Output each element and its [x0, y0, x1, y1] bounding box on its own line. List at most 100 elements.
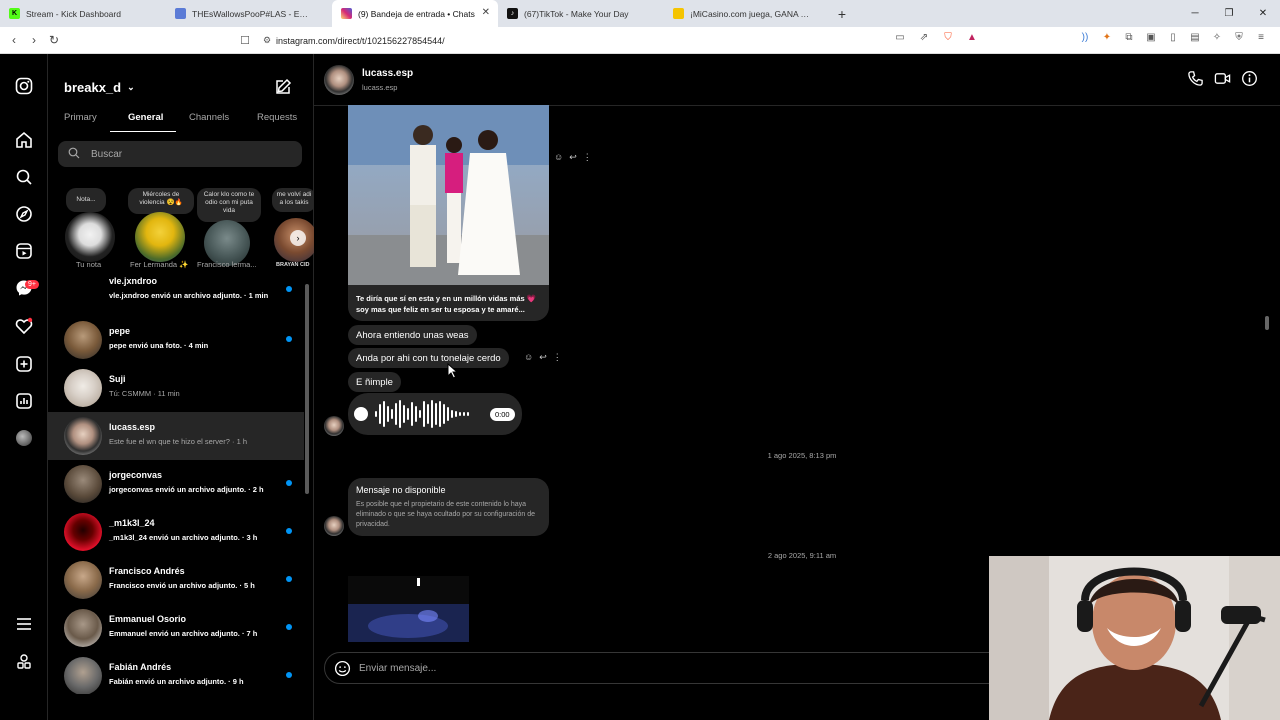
reload-icon[interactable]: ↻	[44, 33, 64, 47]
reply-icon[interactable]: ↩	[539, 352, 547, 363]
dashboard-icon[interactable]	[12, 389, 36, 413]
note-item[interactable]: Nota... Tu nota	[62, 186, 118, 272]
conversation-row[interactable]: Francisco Andrés Francisco envió un arch…	[48, 556, 304, 604]
back-icon[interactable]: ‹	[4, 33, 24, 47]
more-icon[interactable]: ⋮	[583, 152, 592, 163]
conversation-row-selected[interactable]: lucass.esp Este fue el wn que te hizo el…	[48, 412, 304, 460]
conversation-row[interactable]: _m1k3l_24 _m1k3l_24 envió un archivo adj…	[48, 508, 304, 556]
react-icon[interactable]: ☺	[524, 352, 533, 363]
cast-icon[interactable]: ▭	[888, 32, 912, 43]
note-item[interactable]: Calor klo como te odio con mi puta vida …	[196, 186, 268, 272]
unread-dot	[286, 286, 292, 292]
meta-apps-icon[interactable]	[12, 650, 36, 674]
waveform	[375, 400, 469, 428]
more-menu-icon[interactable]	[12, 612, 36, 636]
note-item[interactable]: Miércoles de violencia 😵🔥 Fer Lermanda ✨	[128, 186, 198, 272]
browser-tab-casino[interactable]: ¡MiCasino.com juega, GANA y sobre	[664, 0, 830, 27]
leo-icon[interactable]: ✧	[1206, 32, 1228, 43]
metamask-icon[interactable]: ✦	[1096, 32, 1118, 43]
minimize-icon[interactable]: ─	[1178, 0, 1212, 27]
screenshot-icon[interactable]: ▣	[1140, 32, 1162, 43]
avatar	[64, 321, 102, 359]
react-icon[interactable]: ☺	[554, 152, 563, 163]
tab-requests[interactable]: Requests	[257, 112, 297, 123]
reply-icon[interactable]: ↩	[569, 152, 577, 163]
chevron-right-icon[interactable]: ›	[290, 230, 306, 246]
profile-avatar[interactable]	[12, 426, 36, 450]
unread-dot	[286, 336, 292, 342]
avatar[interactable]	[324, 65, 354, 95]
tab-primary[interactable]: Primary	[64, 112, 97, 123]
conversation-row[interactable]: Emmanuel Osorio Emmanuel envió un archiv…	[48, 604, 304, 652]
brave-shield-icon[interactable]: ⛉	[936, 32, 960, 43]
browser-tab-kick[interactable]: K Stream - Kick Dashboard	[0, 0, 166, 27]
play-icon[interactable]	[354, 407, 368, 421]
message-input[interactable]	[359, 660, 959, 676]
tab-title: THEsWallowsPooP#LAS - Estadísticas	[192, 8, 312, 19]
note-bubble: me volví adi a los takis	[272, 188, 314, 212]
close-window-icon[interactable]: ✕	[1246, 0, 1280, 27]
video-call-icon[interactable]	[1214, 70, 1231, 87]
close-tab-icon[interactable]: ✕	[482, 7, 490, 18]
explore-icon[interactable]	[12, 202, 36, 226]
wallet-icon[interactable]: ▤	[1184, 32, 1206, 43]
info-icon[interactable]	[1241, 70, 1258, 87]
bookmark-icon[interactable]: ☐	[232, 34, 258, 47]
extensions-icon[interactable]: ⧉	[1118, 32, 1140, 43]
sidebar-scrollbar[interactable]	[304, 274, 310, 694]
browser-tab-instagram[interactable]: (9) Bandeja de entrada • Chats ✕	[332, 0, 498, 27]
forward-icon[interactable]: ›	[24, 33, 44, 47]
unavailable-title: Mensaje no disponible	[356, 485, 446, 495]
new-tab-button[interactable]: +	[830, 0, 854, 27]
search-input[interactable]: Buscar	[58, 141, 302, 167]
account-switcher[interactable]: breakx_d ⌄	[64, 80, 135, 95]
note-name: BRAYAN CID	[276, 262, 310, 268]
vpn-icon[interactable]: ⛨	[1228, 32, 1250, 43]
unread-badge: 9+	[25, 280, 39, 289]
conversation-row[interactable]: Suji Tú: CSMMM · 11 min	[48, 364, 304, 412]
create-icon[interactable]	[12, 352, 36, 376]
avatar	[64, 561, 102, 599]
tab-general[interactable]: General	[128, 112, 163, 123]
restore-icon[interactable]: ❐	[1212, 0, 1246, 27]
home-icon[interactable]	[12, 128, 36, 152]
site-settings-icon[interactable]: ⚙	[258, 35, 276, 46]
message-bubble[interactable]: Anda por ahi con tu tonelaje cerdo	[348, 348, 509, 368]
rewards-icon[interactable]: ▲	[960, 32, 984, 43]
conversation-row[interactable]: vle.jxndroo vle.jxndroo envió un archivo…	[48, 274, 304, 314]
tab-channels[interactable]: Channels	[189, 112, 229, 123]
search-icon	[68, 147, 80, 159]
menu-icon[interactable]: ≡	[1250, 32, 1272, 43]
browser-tab-tiktok[interactable]: ♪ (67)TikTok - Make Your Day	[498, 0, 664, 27]
conversation-preview: Fabián envió un archivo adjunto. · 9 h	[109, 677, 244, 686]
instagram-logo-icon[interactable]	[12, 74, 36, 98]
shared-photo[interactable]	[348, 105, 549, 285]
chat-contact-name[interactable]: lucass.esp	[362, 68, 413, 79]
phone-icon[interactable]	[1187, 70, 1204, 87]
sidebar-toggle-icon[interactable]: ▯	[1162, 32, 1184, 43]
message-bubble[interactable]: Ahora entiendo unas weas	[348, 325, 477, 345]
unavailable-description: Es posible que el propietario de este co…	[356, 501, 536, 528]
audio-icon[interactable]: ))	[1074, 32, 1096, 43]
more-icon[interactable]: ⋮	[553, 352, 562, 363]
search-icon[interactable]	[12, 165, 36, 189]
note-item[interactable]: me volví adi a los takis BRAYAN CID	[270, 186, 314, 272]
reels-icon[interactable]	[12, 239, 36, 263]
shared-video[interactable]	[348, 576, 469, 642]
address-bar[interactable]: ☐ ⚙ instagram.com/direct/t/1021562278545…	[232, 30, 982, 51]
conversation-row[interactable]: Fabián Andrés Fabián envió un archivo ad…	[48, 652, 304, 694]
stats-icon	[175, 8, 186, 19]
browser-tab-stats[interactable]: THEsWallowsPooP#LAS - Estadísticas	[166, 0, 332, 27]
emoji-icon[interactable]	[334, 660, 351, 677]
avatar	[64, 417, 102, 455]
share-icon[interactable]: ⇗	[912, 32, 936, 43]
mouse-cursor-icon	[447, 363, 459, 379]
conversation-row[interactable]: pepe pepe envió una foto. · 4 min	[48, 316, 304, 364]
message-bubble[interactable]: E ñimple	[348, 372, 401, 392]
new-message-icon[interactable]	[274, 78, 292, 101]
conversation-row[interactable]: jorgeconvas jorgeconvas envió un archivo…	[48, 460, 304, 508]
notifications-icon[interactable]	[12, 314, 36, 338]
avatar	[64, 513, 102, 551]
voice-duration: 0:00	[490, 408, 515, 421]
note-name: Tu nota	[76, 260, 102, 269]
